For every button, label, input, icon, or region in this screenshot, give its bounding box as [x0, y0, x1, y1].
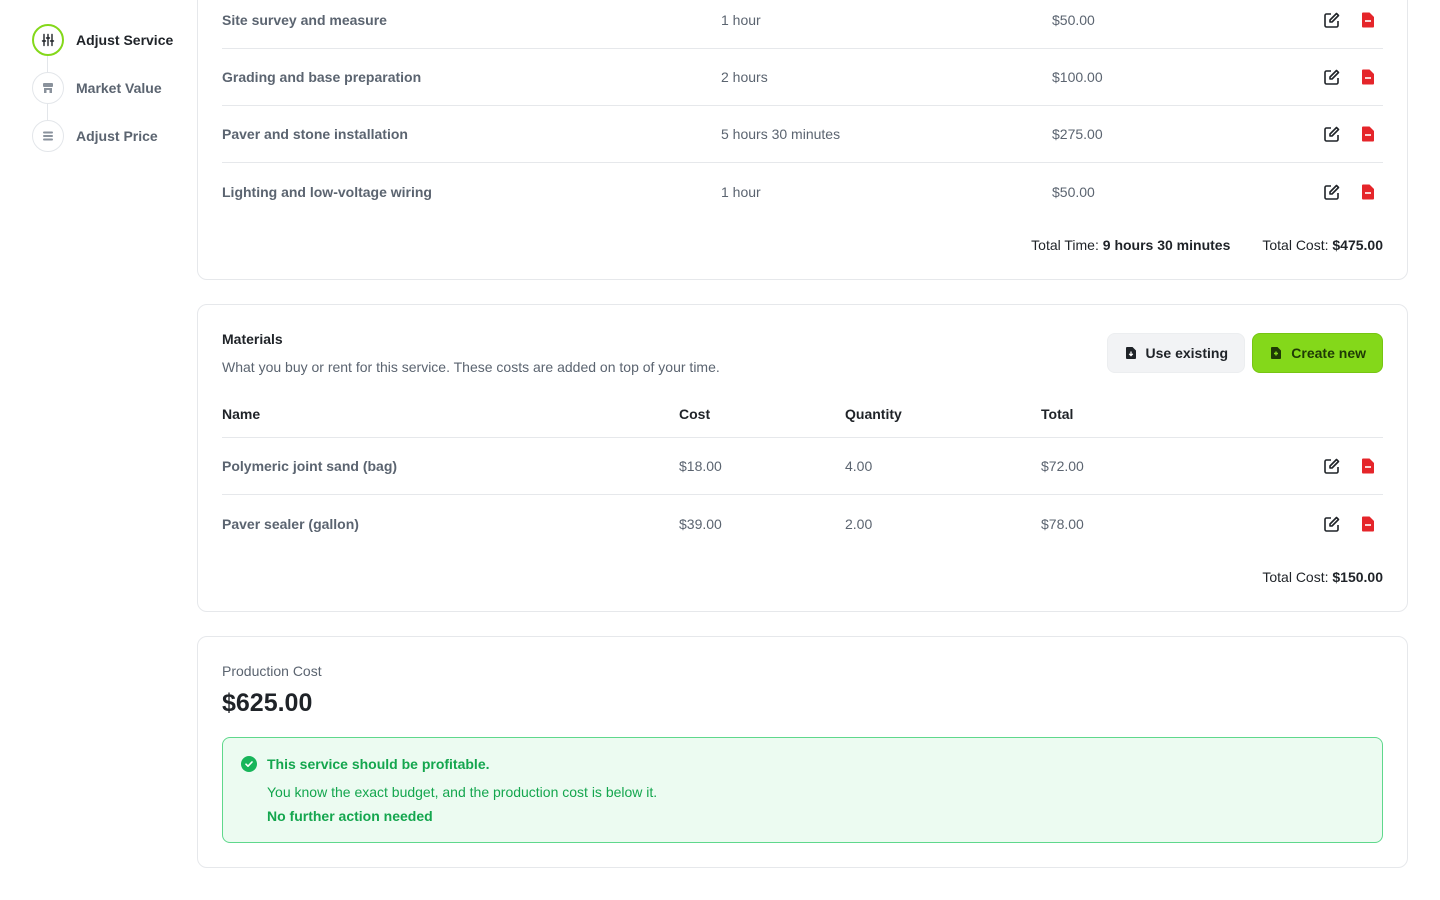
labor-time: 5 hours 30 minutes	[721, 126, 841, 142]
create-new-label: Create new	[1291, 345, 1366, 361]
row-actions	[1323, 183, 1377, 201]
step-adjust-service[interactable]: Adjust Service	[32, 24, 192, 72]
file-plus-icon	[1271, 347, 1282, 359]
alert-action: No further action needed	[267, 808, 433, 824]
edit-icon[interactable]	[1323, 457, 1341, 475]
total-cost-label: Total Cost:	[1262, 237, 1329, 253]
material-cost: $39.00	[679, 515, 722, 532]
material-quantity: 4.00	[845, 458, 873, 474]
materials-card: Materials What you buy or rent for this …	[197, 304, 1408, 612]
step-market-value[interactable]: Market Value	[32, 72, 192, 120]
step-connector	[47, 104, 48, 120]
list-icon	[32, 120, 64, 152]
labor-time: 2 hours	[721, 69, 768, 85]
edit-icon[interactable]	[1323, 515, 1341, 533]
step-adjust-price[interactable]: Adjust Price	[32, 120, 192, 152]
material-total: $78.00	[1041, 515, 1084, 532]
table-row: Paver sealer (gallon) $39.00 2.00 $78.00	[222, 495, 1383, 552]
material-cost: $18.00	[679, 458, 722, 474]
delete-icon[interactable]	[1359, 183, 1377, 201]
total-cost: Total Cost: $475.00	[1262, 237, 1383, 253]
step-label: Adjust Service	[76, 32, 174, 48]
materials-description: What you buy or rent for this service. T…	[222, 359, 720, 375]
labor-cost: $275.00	[1052, 126, 1103, 142]
row-actions	[1323, 515, 1377, 533]
col-total: Total	[1041, 406, 1074, 422]
store-icon	[32, 72, 64, 104]
delete-icon[interactable]	[1359, 457, 1377, 475]
materials-totals: Total Cost: $150.00	[1262, 569, 1383, 585]
table-row: Polymeric joint sand (bag) $18.00 4.00 $…	[222, 438, 1383, 495]
production-cost-label: Production Cost	[222, 663, 322, 679]
alert-title: This service should be profitable.	[267, 756, 490, 772]
labor-time: 1 hour	[721, 12, 761, 28]
sliders-icon	[32, 24, 64, 56]
total-time-label: Total Time:	[1031, 237, 1099, 253]
total-cost-value: $150.00	[1332, 569, 1383, 585]
step-label: Adjust Price	[76, 128, 158, 144]
labor-totals: Total Time: 9 hours 30 minutes Total Cos…	[1031, 237, 1383, 253]
material-quantity: 2.00	[845, 515, 873, 532]
edit-icon[interactable]	[1323, 183, 1341, 201]
stepper-nav: Adjust Service Market Value Adjust Price	[32, 24, 192, 168]
table-row: Lighting and low-voltage wiring 1 hour $…	[222, 163, 1383, 220]
row-actions	[1323, 11, 1377, 29]
row-actions	[1323, 457, 1377, 475]
col-cost: Cost	[679, 406, 711, 422]
table-row: Grading and base preparation 2 hours $10…	[222, 49, 1383, 106]
delete-icon[interactable]	[1359, 125, 1377, 143]
step-connector	[47, 56, 48, 72]
total-time-value: 9 hours 30 minutes	[1102, 237, 1231, 253]
labor-name: Site survey and measure	[222, 12, 387, 28]
edit-icon[interactable]	[1323, 68, 1341, 86]
labor-name: Lighting and low-voltage wiring	[222, 183, 432, 200]
total-cost-label: Total Cost:	[1262, 569, 1329, 585]
delete-icon[interactable]	[1359, 515, 1377, 533]
material-name: Polymeric joint sand (bag)	[222, 458, 398, 474]
profit-alert: This service should be profitable. You k…	[222, 737, 1383, 843]
labor-name: Paver and stone installation	[222, 126, 408, 142]
row-actions	[1323, 125, 1377, 143]
production-card: Production Cost $625.00 This service sho…	[197, 636, 1408, 868]
labor-name: Grading and base preparation	[222, 69, 422, 85]
materials-title: Materials	[222, 331, 283, 347]
use-existing-label: Use existing	[1145, 345, 1228, 361]
material-total: $72.00	[1041, 458, 1084, 474]
labor-cost: $50.00	[1052, 12, 1095, 28]
step-label: Market Value	[76, 80, 162, 96]
total-cost: Total Cost: $150.00	[1262, 569, 1383, 585]
create-new-button[interactable]: Create new	[1252, 333, 1383, 373]
col-quantity: Quantity	[845, 406, 902, 422]
production-cost-value: $625.00	[222, 689, 313, 717]
labor-cost: $100.00	[1052, 69, 1103, 85]
edit-icon[interactable]	[1323, 11, 1341, 29]
use-existing-button[interactable]: Use existing	[1106, 333, 1245, 373]
total-time: Total Time: 9 hours 30 minutes	[1031, 237, 1230, 253]
file-download-icon	[1125, 347, 1136, 359]
edit-icon[interactable]	[1323, 125, 1341, 143]
delete-icon[interactable]	[1359, 11, 1377, 29]
table-row: Site survey and measure 1 hour $50.00	[222, 0, 1383, 49]
labor-card: Site survey and measure 1 hour $50.00 Gr…	[197, 0, 1408, 280]
alert-text: You know the exact budget, and the produ…	[267, 784, 658, 800]
col-name: Name	[222, 406, 261, 422]
labor-cost: $50.00	[1052, 183, 1095, 200]
materials-table-header: Name Cost Quantity Total	[222, 397, 1383, 438]
table-row: Paver and stone installation 5 hours 30 …	[222, 106, 1383, 163]
labor-time: 1 hour	[721, 183, 761, 200]
material-name: Paver sealer (gallon)	[222, 515, 359, 532]
row-actions	[1323, 68, 1377, 86]
check-circle-icon	[241, 756, 257, 772]
total-cost-value: $475.00	[1332, 237, 1383, 253]
delete-icon[interactable]	[1359, 68, 1377, 86]
